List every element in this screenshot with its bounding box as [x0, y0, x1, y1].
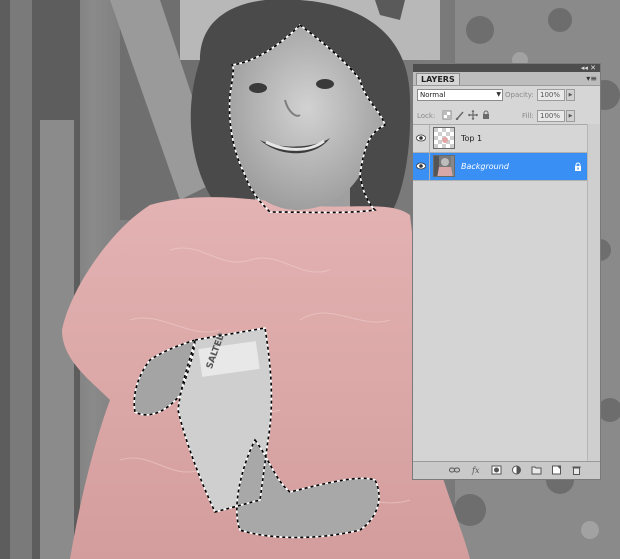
panel-tab-row: LAYERS ▾≡: [413, 72, 600, 86]
layer-name[interactable]: Top 1: [461, 134, 482, 144]
lock-position-move-icon[interactable]: [468, 110, 478, 120]
fill-stepper-icon[interactable]: ▶: [566, 110, 575, 122]
fill-field[interactable]: 100%: [537, 110, 565, 122]
fill-label: Fill:: [522, 112, 534, 120]
layer-lock-icon: [575, 162, 581, 171]
lock-image-brush-icon[interactable]: [455, 110, 465, 120]
lock-transparent-icon[interactable]: [442, 110, 452, 120]
layer-thumbnail-transparent: [433, 127, 455, 149]
opacity-label: Opacity:: [505, 91, 534, 99]
new-layer-icon[interactable]: [551, 465, 562, 475]
layers-list: Top 1 Background: [413, 124, 600, 463]
panel-title-bar[interactable]: ◂◂ ✕: [413, 64, 600, 72]
panel-menu-icon[interactable]: ▾≡: [586, 73, 597, 84]
blend-mode-value: Normal: [420, 91, 446, 99]
blend-mode-select[interactable]: Normal ▼: [417, 89, 503, 101]
opacity-stepper-icon[interactable]: ▶: [566, 89, 575, 101]
lock-all-icon[interactable]: [481, 110, 491, 120]
layers-scrollbar[interactable]: [587, 124, 600, 462]
panel-bottom-toolbar: fx: [413, 461, 600, 479]
folder-icon[interactable]: [531, 465, 542, 475]
lock-label: Lock:: [417, 112, 436, 120]
blend-row: Normal ▼ Opacity: 100% ▶: [413, 87, 600, 103]
link-icon[interactable]: [449, 465, 460, 475]
mask-icon[interactable]: [491, 465, 502, 475]
layer-row-top-1[interactable]: Top 1: [413, 125, 588, 153]
chevron-down-icon: ▼: [496, 91, 501, 98]
svg-text:fx: fx: [471, 466, 480, 475]
tab-layers[interactable]: LAYERS: [416, 73, 460, 85]
fx-icon[interactable]: fx: [471, 465, 482, 475]
layer-row-background[interactable]: Background: [413, 153, 588, 181]
lock-row: Lock: Fill: 100% ▶: [413, 108, 600, 124]
adjustment-icon[interactable]: [511, 465, 522, 475]
eye-visibility-icon[interactable]: [416, 134, 426, 142]
opacity-field[interactable]: 100%: [537, 89, 565, 101]
eye-visibility-icon[interactable]: [416, 162, 426, 170]
trash-icon[interactable]: [571, 465, 582, 475]
layers-panel[interactable]: ◂◂ ✕ LAYERS ▾≡ Normal ▼ Opacity: 100% ▶ …: [412, 63, 601, 480]
panel-collapse-close-controls[interactable]: ◂◂ ✕: [581, 64, 596, 72]
layer-thumbnail-photo: [433, 155, 455, 177]
layer-name[interactable]: Background: [461, 162, 509, 172]
